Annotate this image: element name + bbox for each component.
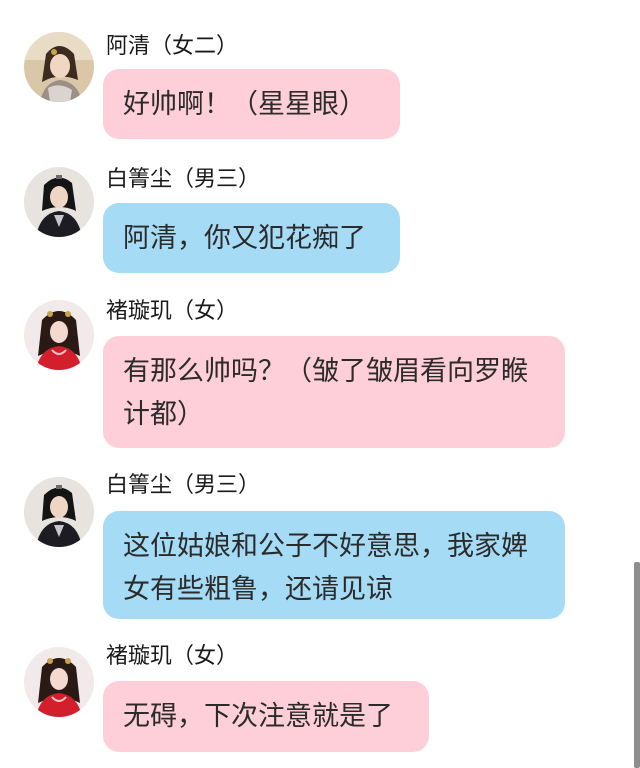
sender-name: 白箐尘（男三） [106, 167, 261, 192]
avatar[interactable] [24, 300, 94, 370]
sender-name: 褚璇玑（女） [106, 299, 239, 324]
sender-name: 褚璇玑（女） [106, 644, 239, 669]
woman-red-robe-avatar [24, 647, 94, 717]
man-black-robe-avatar [24, 167, 94, 237]
avatar[interactable] [24, 167, 94, 237]
message-bubble[interactable]: 好帅啊！（星星眼） [103, 69, 400, 139]
avatar[interactable] [24, 32, 94, 102]
avatar[interactable] [24, 477, 94, 547]
chat-thread: 阿清（女二） 好帅啊！（星星眼） 白箐尘（男三） 阿清，你又犯花痴了 褚璇玑（女… [0, 0, 640, 768]
woman-portrait-avatar [24, 32, 94, 102]
scrollbar[interactable] [634, 562, 640, 768]
message-bubble[interactable]: 无碍，下次注意就是了 [103, 681, 429, 752]
avatar[interactable] [24, 647, 94, 717]
message-bubble[interactable]: 这位姑娘和公子不好意思，我家婢女有些粗鲁，还请见谅 [103, 511, 565, 619]
man-black-robe-avatar [24, 477, 94, 547]
message-bubble[interactable]: 阿清，你又犯花痴了 [103, 203, 400, 273]
sender-name: 白箐尘（男三） [106, 473, 261, 498]
sender-name: 阿清（女二） [106, 34, 239, 59]
message-bubble[interactable]: 有那么帅吗？（皱了皱眉看向罗睺计都） [103, 336, 565, 448]
woman-red-robe-avatar [24, 300, 94, 370]
